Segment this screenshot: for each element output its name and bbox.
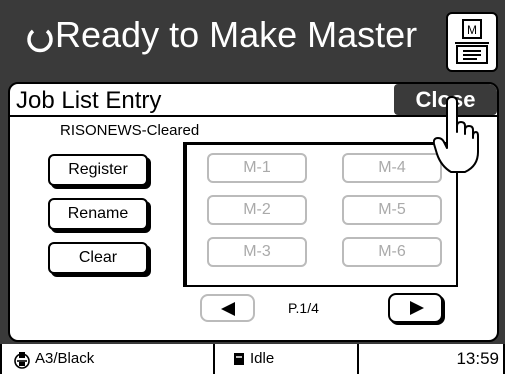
paper-status: A3/Black (35, 350, 95, 367)
status-divider (0, 344, 2, 374)
screen: Ready to Make Master M Job List Entry Cl… (0, 0, 505, 374)
machine-state-icon (234, 353, 244, 365)
rename-button[interactable]: Rename (48, 198, 148, 230)
paper-drum-icon (14, 352, 30, 369)
register-button[interactable]: Register (48, 154, 148, 186)
machine-state: Idle (250, 350, 275, 367)
master-document-icon: M (455, 19, 489, 64)
master-slot-m3[interactable]: M-3 (207, 237, 307, 267)
triangle-left-icon (221, 302, 235, 316)
job-list-panel: Job List Entry Close RISONEWS-Cleared Re… (8, 82, 499, 342)
master-slot-m5[interactable]: M-5 (342, 195, 442, 225)
status-bar: A3/Black Idle 13:59 (0, 344, 505, 374)
master-slot-m1[interactable]: M-1 (207, 153, 307, 183)
master-slot-m2[interactable]: M-2 (207, 195, 307, 225)
master-status-button[interactable]: M (446, 12, 498, 72)
clock: 13:59 (456, 349, 499, 368)
panel-divider (10, 115, 497, 117)
svg-text:M: M (467, 23, 477, 37)
next-page-button[interactable] (388, 293, 443, 323)
header: Ready to Make Master M (0, 0, 505, 80)
status-divider (357, 344, 359, 374)
page-indicator: P.1/4 (288, 300, 319, 316)
page-title: Ready to Make Master (55, 14, 418, 55)
status-divider (213, 344, 215, 374)
clear-button[interactable]: Clear (48, 242, 148, 274)
triangle-right-icon (410, 301, 424, 315)
master-slot-m6[interactable]: M-6 (342, 237, 442, 267)
previous-page-button[interactable] (200, 294, 255, 322)
close-button[interactable]: Close (394, 84, 497, 115)
ready-circle-icon (27, 29, 53, 53)
panel-title: Job List Entry (16, 87, 162, 114)
master-slot-grid: M-1 M-2 M-3 M-4 M-5 M-6 (183, 142, 458, 287)
master-slot-m4[interactable]: M-4 (342, 153, 442, 183)
job-file-name: RISONEWS-Cleared (60, 122, 200, 139)
